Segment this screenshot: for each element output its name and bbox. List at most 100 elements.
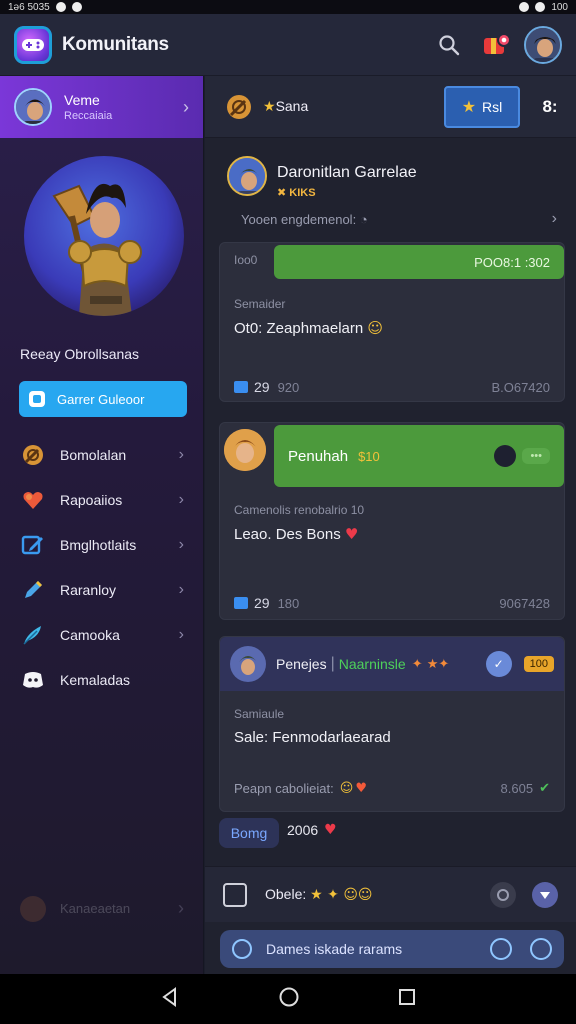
level-badge: 100 — [523, 656, 554, 672]
check-badge-icon: ✓ — [485, 651, 512, 677]
square-icon — [29, 391, 45, 407]
card-text: Ot0: Zeaphmaelarn ☺ — [234, 319, 383, 337]
status-bar: 1ə6 5035 100 — [0, 0, 576, 14]
sidebar-item-faded[interactable]: Kanaeaetan › — [0, 886, 204, 931]
search-button[interactable] — [432, 28, 466, 62]
clock-icon — [232, 939, 252, 959]
search-input[interactable]: Dames iskade rarams — [266, 941, 490, 957]
image-icon[interactable] — [223, 882, 247, 907]
post-button[interactable]: ★ Rsl — [444, 85, 520, 128]
mail-icon — [234, 381, 248, 393]
reply-count-value: 2006 — [287, 822, 319, 838]
card-meta: Semaider — [234, 297, 286, 311]
sidebar-item-raranloy[interactable]: Raranloy › — [0, 567, 204, 612]
user-avatar[interactable] — [524, 25, 562, 64]
sidebar-profile[interactable]: Veme Reccaiaia › — [0, 76, 203, 138]
recents-icon[interactable] — [397, 987, 417, 1012]
post-card[interactable]: Penejes | Naarninsle ✦ ★✦ ✓ 100 Samiaule… — [219, 636, 565, 812]
card-footer-left: Peapn cabolieiat: — [234, 781, 334, 796]
profile-avatar — [14, 88, 52, 126]
card-id: B.O67420 — [491, 379, 550, 395]
sidebar-item-camooka[interactable]: Camooka › — [0, 612, 204, 657]
sidebar-item-kemaladas[interactable]: Kemaladas — [0, 657, 204, 702]
app-logo-icon[interactable] — [14, 25, 52, 64]
smile-emoji-icon: ☺ — [339, 781, 354, 796]
warrior-character-icon — [52, 183, 142, 316]
smile-emoji-icon: ☺ — [367, 319, 384, 337]
feed-header: Daronitlan Garrelae ✖ KIKS Yooen engdeme… — [223, 156, 563, 236]
card-meta: Samiaule — [234, 707, 285, 721]
card-footer: 29 920 B.O67420 — [234, 379, 550, 395]
feed-subtitle-text: KIKS — [289, 187, 316, 199]
star-icon: ★ — [263, 99, 276, 115]
post-card[interactable]: Ioo0 POO8:1 :302 Semaider Ot0: Zeaphmael… — [219, 242, 565, 402]
emoji-icons: ★ ✦ ☺☺ — [310, 887, 373, 903]
chevron-right-icon: › — [178, 445, 184, 463]
notification-icon — [55, 2, 66, 12]
check-circle-icon[interactable] — [530, 938, 552, 960]
card-footer: 29 180 9067428 — [234, 595, 550, 611]
card-footer-right: 8.605 — [500, 781, 534, 796]
star-icon: ★ — [461, 97, 477, 116]
feed-subtitle: ✖ KIKS — [277, 186, 316, 199]
pill-title: Penuhah — [288, 447, 349, 465]
sidebar-item-label: Bomolalan — [60, 446, 127, 463]
heart-gem-icon — [20, 487, 46, 513]
sidebar-item-label: Bmglhotlaits — [60, 536, 137, 553]
reply-count: 2006 ♥ — [287, 818, 337, 842]
check-icon: ✔ — [539, 781, 550, 796]
hero-action-label: Garrer Guleoor — [57, 391, 145, 407]
wifi-icon — [519, 2, 530, 12]
search-icon — [439, 34, 460, 55]
send-icon[interactable] — [532, 881, 558, 908]
sidebar-item-bomolalan[interactable]: Bomolalan › — [0, 432, 204, 477]
sidebar: Veme Reccaiaia › Reeay Obrollsanas Garre… — [0, 76, 204, 974]
more-button[interactable]: 8: — [538, 97, 562, 117]
community-avatar[interactable] — [227, 156, 267, 196]
discord-icon — [20, 667, 46, 693]
card-text-content: Ot0: Zeaphmaelarn — [234, 320, 364, 337]
camera-icon[interactable] — [490, 881, 516, 908]
signal-icon — [535, 2, 546, 12]
post-card[interactable]: Penuhah $10 ••• Camenolis renobalrio 10 … — [219, 422, 565, 620]
profile-subtitle: Reccaiaia — [64, 110, 113, 122]
sword-shield-icon — [225, 93, 253, 121]
reply-button[interactable]: Bomg — [219, 818, 279, 848]
hero-action-button[interactable]: Garrer Guleoor — [19, 381, 187, 417]
app-title: Komunitans — [62, 33, 169, 55]
pill-avatar-icon — [494, 445, 517, 467]
progress-value: POO8:1 :302 — [474, 254, 550, 270]
emoji-button-icon[interactable] — [490, 938, 512, 960]
post-author-avatar[interactable] — [230, 646, 266, 682]
battery-level: 100 — [551, 1, 568, 13]
post-button-label: Rsl — [482, 98, 503, 115]
gamepad-icon — [22, 38, 44, 51]
chevron-right-icon[interactable]: › — [552, 210, 557, 228]
sparkle-icon: ✦ ★✦ — [411, 656, 450, 672]
search-bar[interactable]: Dames iskade rarams — [220, 930, 564, 968]
back-icon[interactable] — [159, 986, 181, 1013]
chevron-right-icon: › — [178, 580, 184, 598]
card-id: 9067428 — [499, 595, 550, 611]
notification-icon — [71, 2, 82, 12]
card-secondary: 920 — [277, 379, 300, 395]
notifications-button[interactable] — [480, 28, 514, 62]
avatar-face-icon — [229, 158, 265, 194]
hero-character-image — [24, 156, 184, 316]
pencil-icon — [20, 577, 46, 603]
card-count: 29 — [254, 595, 270, 611]
post-author-avatar[interactable] — [224, 429, 266, 471]
chevron-right-icon: › — [183, 96, 189, 117]
sidebar-item-bmglhotlaits[interactable]: Bmglhotlaits › — [0, 522, 204, 567]
pill-amount: $10 — [358, 448, 380, 464]
chevron-right-icon: › — [178, 625, 184, 643]
sidebar-menu: Bomolalan › Rapoaiios › Bmglhotlaits › R… — [0, 432, 204, 702]
hero-label: Reeay Obrollsanas — [20, 346, 140, 362]
card-text: Sale: Fenmodarlaearad — [234, 729, 391, 746]
avatar-face-icon — [526, 27, 560, 62]
profile-name: Veme — [64, 92, 100, 108]
card-count: 29 — [254, 379, 270, 395]
home-icon[interactable] — [278, 986, 300, 1013]
avatar-face-icon — [224, 429, 266, 471]
sidebar-item-rapoaiios[interactable]: Rapoaiios › — [0, 477, 204, 522]
